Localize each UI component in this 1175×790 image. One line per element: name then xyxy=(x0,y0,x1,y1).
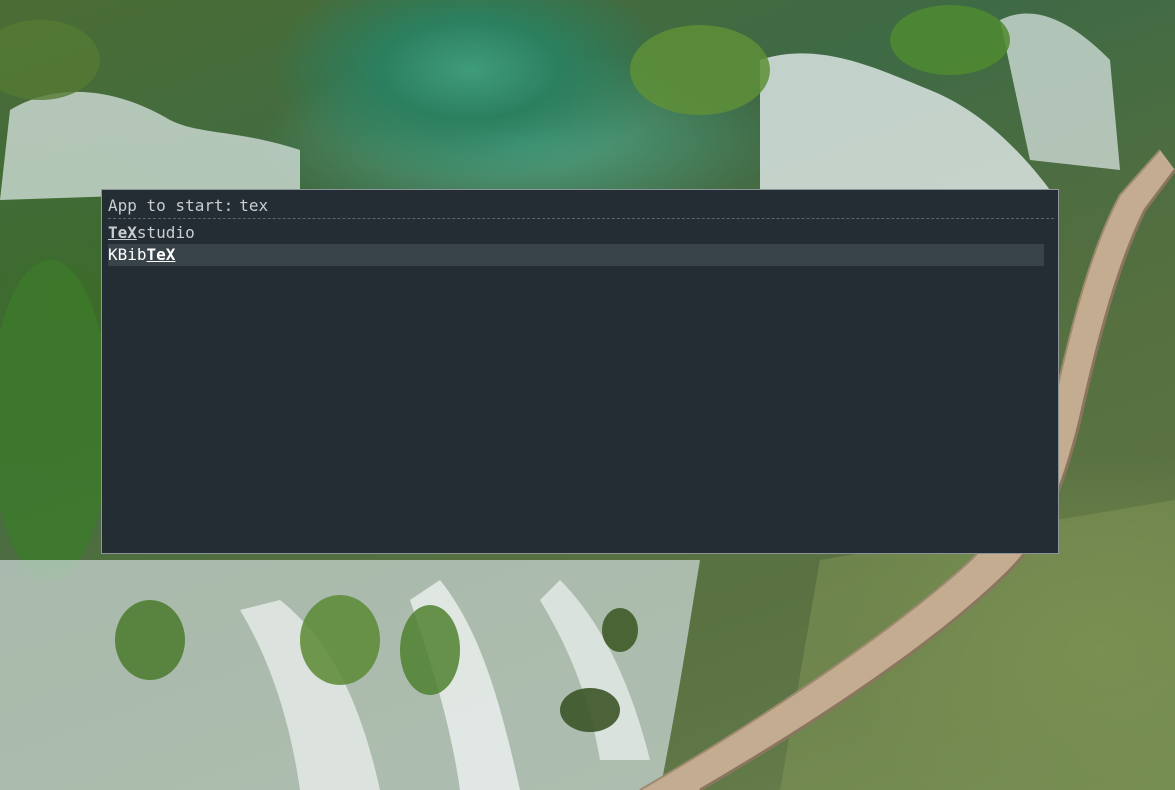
result-item-texstudio[interactable]: TeXstudio xyxy=(108,222,1044,244)
result-match-highlight: TeX xyxy=(146,245,176,264)
results-list: TeXstudio KBibTeX xyxy=(108,222,1044,266)
result-item-kbibtex[interactable]: KBibTeX xyxy=(108,244,1044,266)
result-match-highlight: TeX xyxy=(108,223,137,242)
prompt-label: App to start: xyxy=(108,196,234,215)
app-launcher: App to start: tex TeXstudio KBibTeX xyxy=(101,189,1059,554)
result-prefix: KBib xyxy=(108,245,147,264)
result-suffix: studio xyxy=(136,223,195,242)
query-input[interactable]: tex xyxy=(239,196,268,215)
prompt-separator xyxy=(108,218,1054,219)
launcher-prompt: App to start: tex xyxy=(108,196,268,216)
